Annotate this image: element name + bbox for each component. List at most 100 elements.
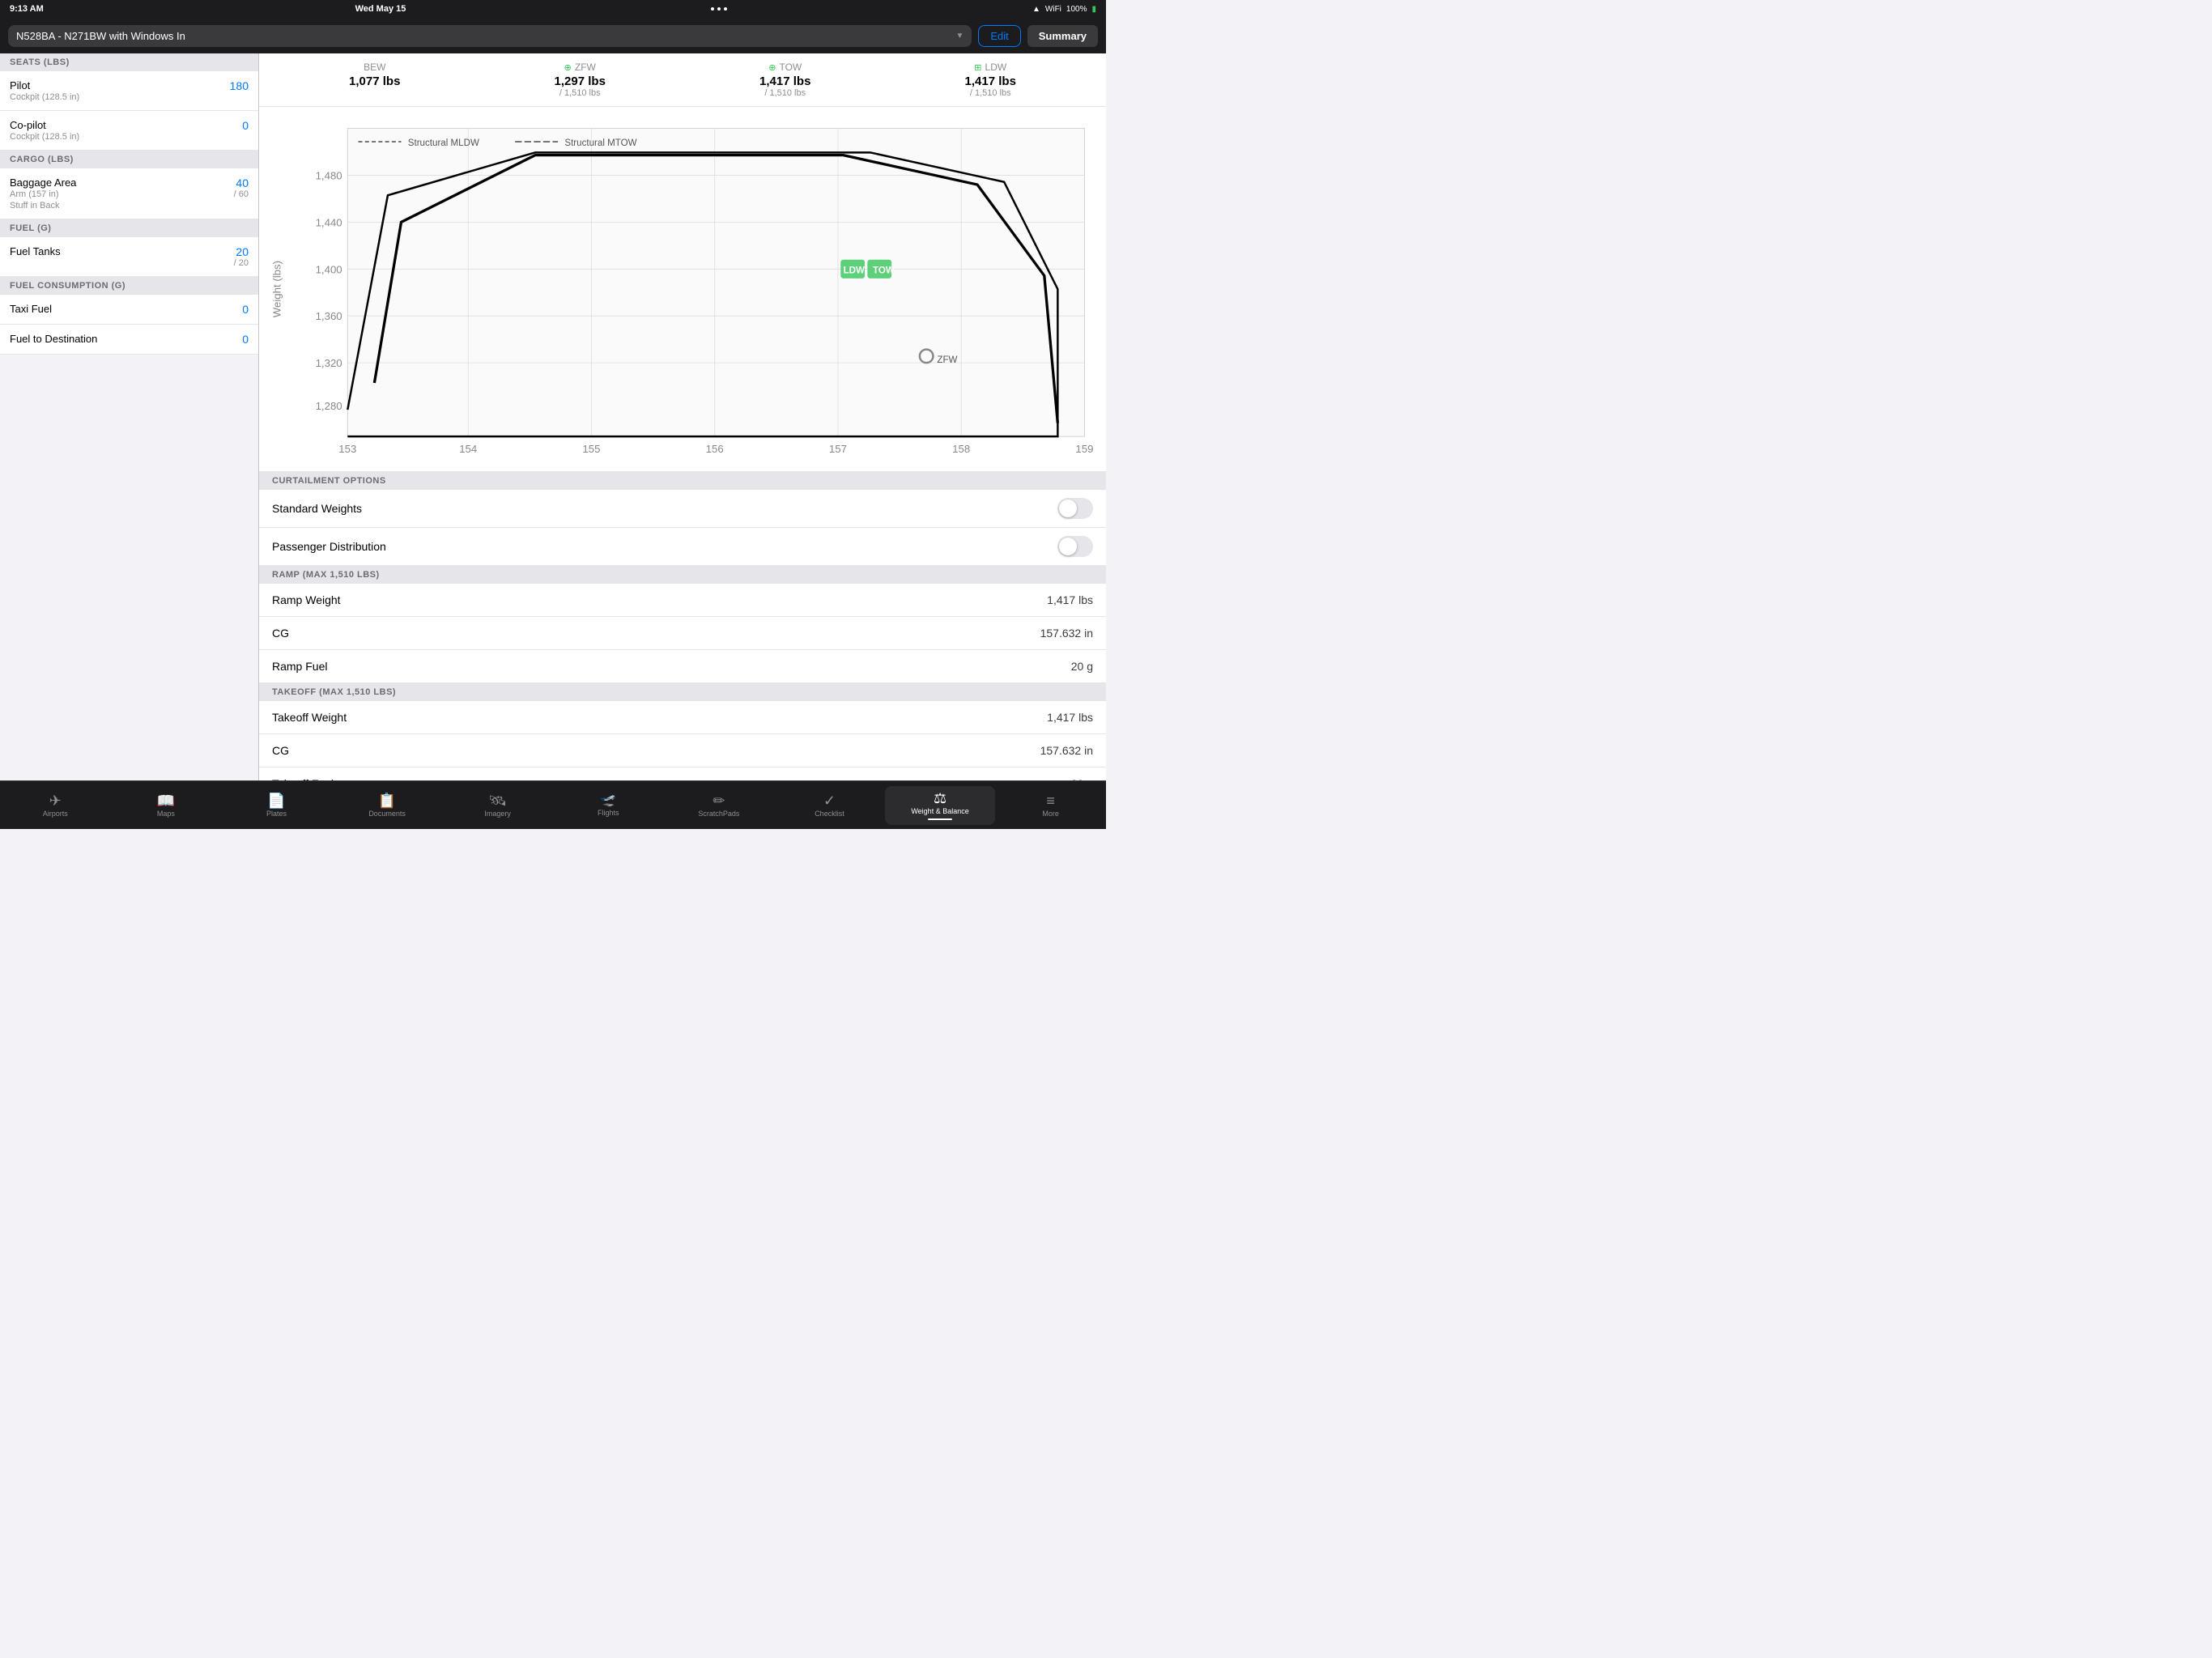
flights-icon: 🛫	[600, 794, 616, 807]
imagery-icon: 🛰	[488, 793, 507, 808]
standard-weights-row: Standard Weights	[259, 490, 1106, 528]
fuel-tanks-value: 20	[234, 245, 249, 258]
weight-balance-label: Weight & Balance	[911, 807, 968, 815]
checklist-icon: ✓	[823, 793, 836, 808]
taxi-fuel-value: 0	[242, 303, 249, 316]
passenger-distribution-label: Passenger Distribution	[272, 540, 386, 553]
standard-weights-toggle[interactable]	[1057, 498, 1093, 519]
fuel-section-header: FUEL (G)	[0, 219, 258, 237]
status-indicators: ▲ WiFi 100% ▮	[1032, 5, 1096, 14]
left-panel: SEATS (LBS) Pilot Cockpit (128.5 in) 180…	[0, 53, 259, 780]
copilot-row[interactable]: Co-pilot Cockpit (128.5 in) 0	[0, 111, 258, 151]
summary-button[interactable]: Summary	[1027, 25, 1098, 47]
tab-scratchpads[interactable]: ✏ ScratchPads	[664, 789, 775, 823]
pilot-sublabel: Cockpit (128.5 in)	[10, 92, 79, 102]
toolbar: N528BA - N271BW with Windows In ▼ Edit S…	[0, 18, 1106, 53]
tow-icon: ⊕	[768, 62, 776, 73]
svg-text:154: 154	[459, 443, 477, 455]
weight-balance-icon: ⚖	[934, 791, 946, 806]
zfw-label: ⊕ZFW	[478, 62, 683, 73]
bew-column: BEW 1,077 lbs	[272, 62, 478, 98]
tab-maps[interactable]: 📖 Maps	[111, 789, 222, 823]
tab-plates[interactable]: 📄 Plates	[221, 789, 332, 823]
tow-label: ⊕TOW	[683, 62, 888, 73]
main-content: SEATS (LBS) Pilot Cockpit (128.5 in) 180…	[0, 53, 1106, 780]
zfw-icon: ⊕	[564, 62, 572, 73]
tab-checklist[interactable]: ✓ Checklist	[774, 789, 885, 823]
takeoff-fuel-row: Takeoff Fuel 20 g	[259, 767, 1106, 780]
ramp-fuel-row: Ramp Fuel 20 g	[259, 650, 1106, 683]
status-dots	[711, 7, 727, 11]
active-tab-indicator	[928, 818, 952, 820]
svg-text:TOW: TOW	[873, 266, 895, 275]
more-icon: ≡	[1046, 793, 1055, 808]
zfw-value: 1,297 lbs	[478, 74, 683, 88]
svg-text:1,360: 1,360	[316, 310, 342, 322]
curtailment-header: CURTAILMENT OPTIONS	[259, 472, 1106, 490]
taxi-fuel-row[interactable]: Taxi Fuel 0	[0, 295, 258, 325]
tab-flights[interactable]: 🛫 Flights	[553, 789, 664, 822]
documents-icon: 📋	[378, 793, 396, 808]
svg-text:1,480: 1,480	[316, 169, 342, 181]
signal-icon: ▲	[1032, 5, 1040, 14]
status-time: 9:13 AM	[10, 4, 44, 14]
fuel-destination-value: 0	[242, 333, 249, 346]
ramp-weight-label: Ramp Weight	[272, 593, 341, 606]
ramp-fuel-label: Ramp Fuel	[272, 660, 327, 673]
pilot-label: Pilot	[10, 79, 79, 91]
taxi-fuel-label: Taxi Fuel	[10, 303, 52, 315]
aircraft-selector[interactable]: N528BA - N271BW with Windows In ▼	[8, 25, 972, 47]
copilot-sublabel: Cockpit (128.5 in)	[10, 132, 79, 142]
battery-icon: ▮	[1091, 5, 1096, 14]
fuel-tanks-limit: / 20	[234, 258, 249, 268]
scratchpads-icon: ✏	[713, 793, 725, 808]
pilot-row[interactable]: Pilot Cockpit (128.5 in) 180	[0, 71, 258, 111]
maps-icon: 📖	[157, 793, 175, 808]
imagery-label: Imagery	[484, 810, 511, 818]
tow-limit: / 1,510 lbs	[683, 88, 888, 98]
svg-text:Structural MLDW: Structural MLDW	[408, 138, 479, 148]
takeoff-cg-value: 157.632 in	[1040, 744, 1093, 757]
svg-text:Weight (lbs): Weight (lbs)	[271, 261, 283, 317]
more-label: More	[1042, 810, 1059, 818]
svg-text:1,280: 1,280	[316, 400, 342, 412]
svg-text:157: 157	[829, 443, 847, 455]
tab-airports[interactable]: ✈ Airports	[0, 789, 111, 823]
edit-button[interactable]: Edit	[978, 25, 1020, 47]
tab-more[interactable]: ≡ More	[995, 789, 1106, 823]
ldw-value: 1,417 lbs	[888, 74, 1094, 88]
svg-text:159: 159	[1075, 443, 1093, 455]
airports-label: Airports	[43, 810, 68, 818]
svg-text:1,400: 1,400	[316, 263, 342, 275]
standard-weights-label: Standard Weights	[272, 502, 362, 515]
ramp-fuel-value: 20 g	[1071, 660, 1093, 673]
plates-label: Plates	[266, 810, 287, 818]
tab-documents[interactable]: 📋 Documents	[332, 789, 443, 823]
baggage-sublabel: Arm (157 in)	[10, 189, 76, 199]
svg-text:1,320: 1,320	[316, 357, 342, 369]
passenger-distribution-toggle[interactable]	[1057, 536, 1093, 557]
ramp-cg-label: CG	[272, 627, 289, 640]
tab-imagery[interactable]: 🛰 Imagery	[442, 789, 553, 823]
pilot-value: 180	[230, 79, 249, 92]
svg-text:1,440: 1,440	[316, 216, 342, 228]
ldw-label: ⊞LDW	[888, 62, 1094, 73]
svg-text:156: 156	[706, 443, 724, 455]
chart-svg: 1,480 1,440 1,400 1,360 1,320 1,280 153 …	[267, 115, 1098, 463]
ramp-section-header: RAMP (MAX 1,510 LBS)	[259, 566, 1106, 584]
ldw-limit: / 1,510 lbs	[888, 88, 1094, 98]
takeoff-weight-row: Takeoff Weight 1,417 lbs	[259, 701, 1106, 734]
wb-chart: 1,480 1,440 1,400 1,360 1,320 1,280 153 …	[259, 107, 1106, 472]
right-panel: BEW 1,077 lbs ⊕ZFW 1,297 lbs / 1,510 lbs…	[259, 53, 1106, 780]
takeoff-weight-value: 1,417 lbs	[1047, 711, 1093, 724]
fuel-tanks-row[interactable]: Fuel Tanks 20 / 20	[0, 237, 258, 277]
weight-summary-header: BEW 1,077 lbs ⊕ZFW 1,297 lbs / 1,510 lbs…	[259, 53, 1106, 107]
tab-weight-balance[interactable]: ⚖ Weight & Balance	[885, 786, 996, 825]
ldw-column: ⊞LDW 1,417 lbs / 1,510 lbs	[888, 62, 1094, 98]
svg-text:153: 153	[338, 443, 356, 455]
ramp-cg-row: CG 157.632 in	[259, 617, 1106, 650]
baggage-limit: / 60	[234, 189, 249, 199]
fuel-destination-row[interactable]: Fuel to Destination 0	[0, 325, 258, 355]
ramp-weight-value: 1,417 lbs	[1047, 593, 1093, 606]
baggage-row[interactable]: Baggage Area Arm (157 in) 40 / 60 Stuff …	[0, 168, 258, 219]
